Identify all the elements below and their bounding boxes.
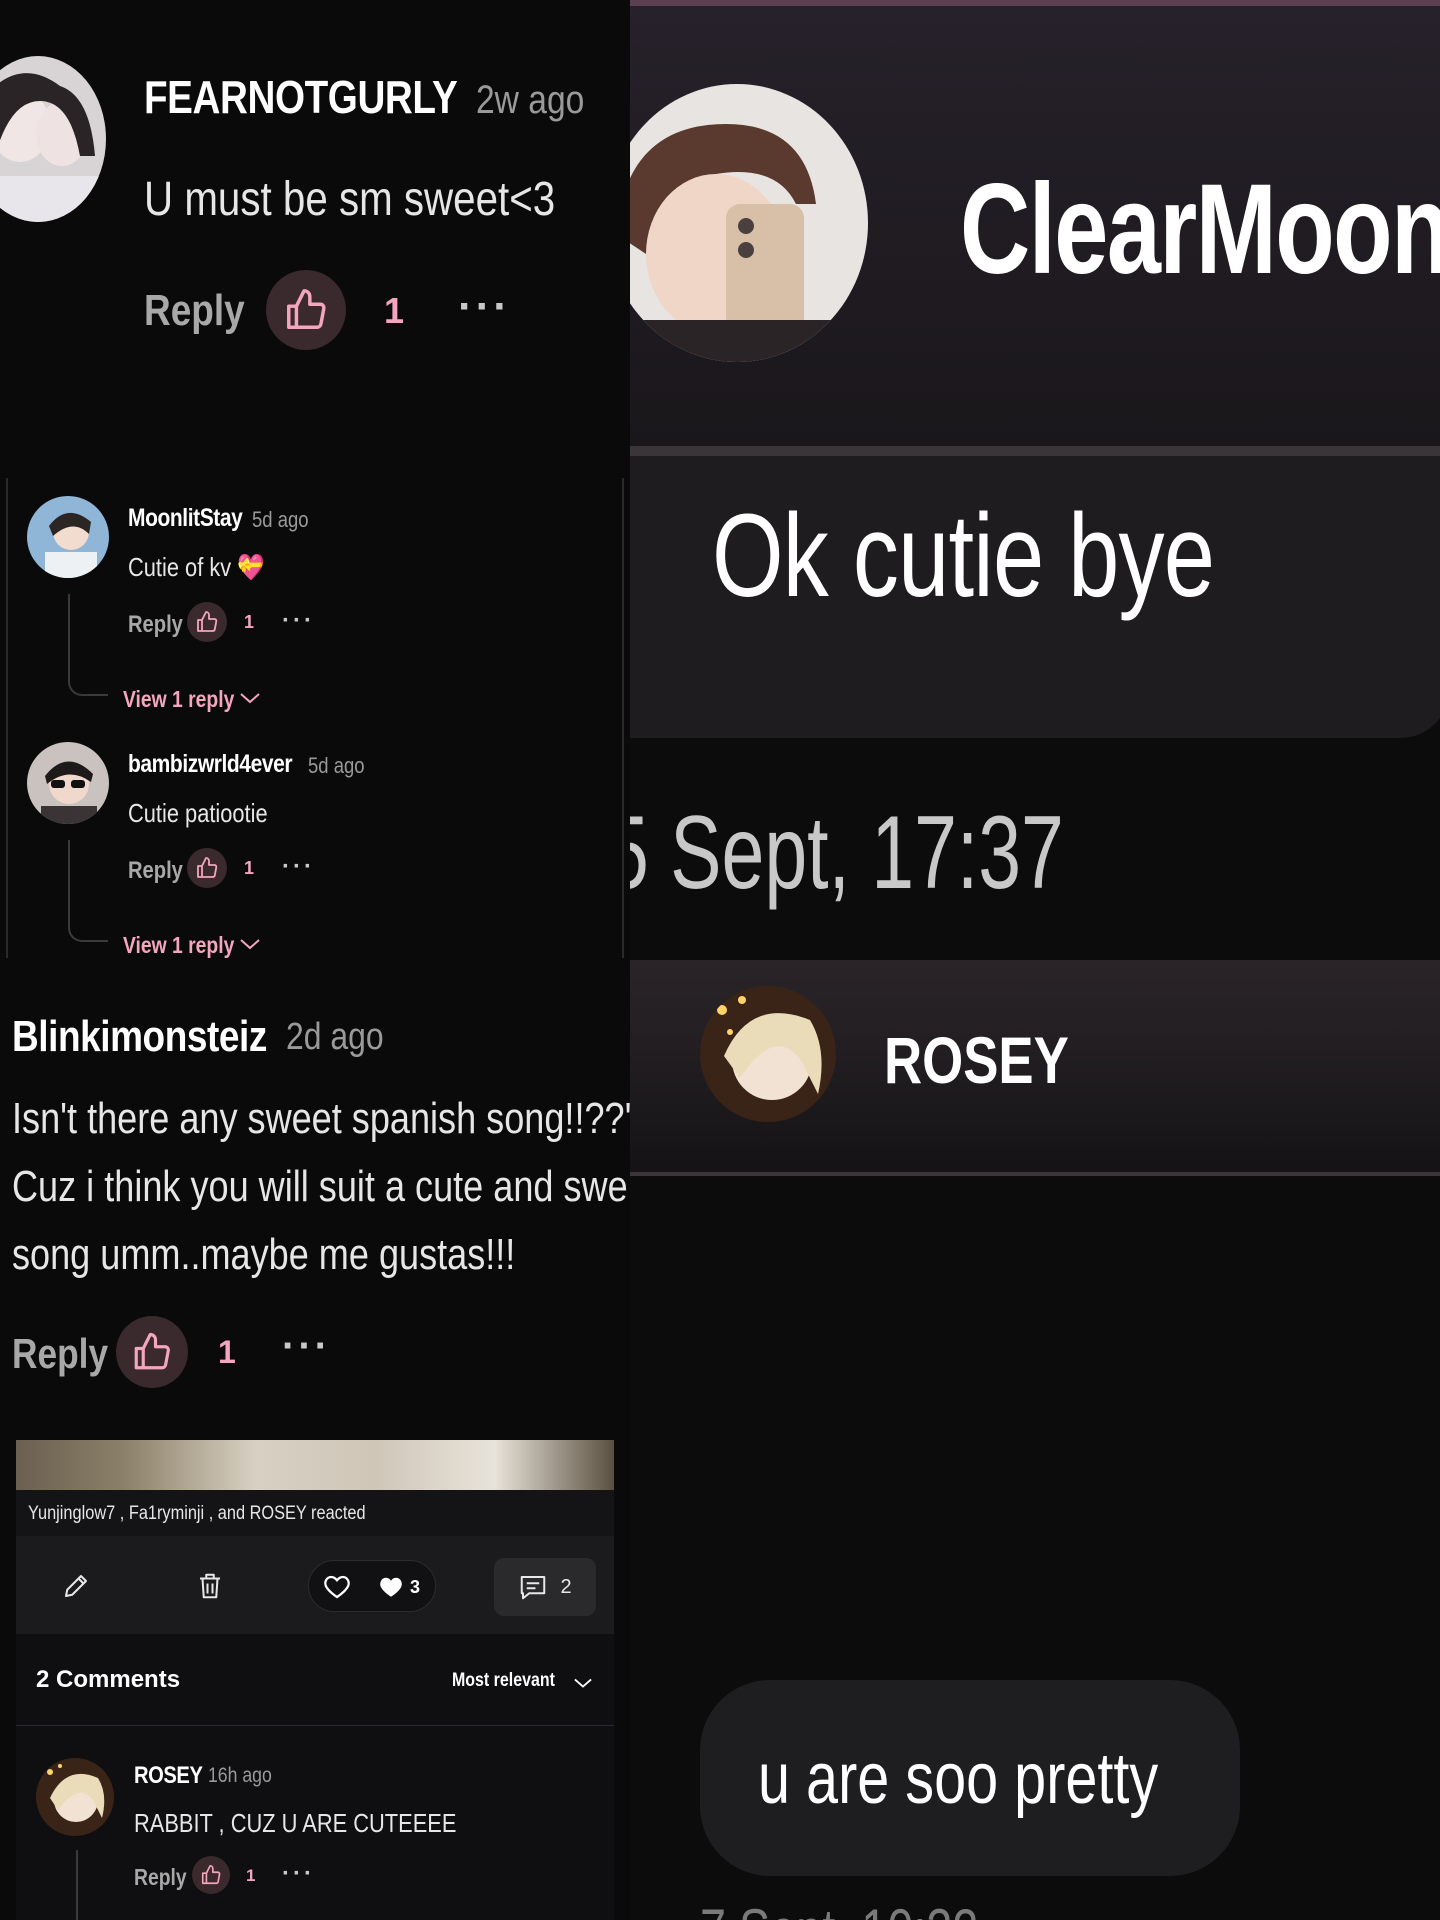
thread-guide: [6, 478, 8, 958]
reply-button[interactable]: Reply: [128, 611, 183, 639]
comment-text-line: Isn't there any sweet spanish song!!??': [12, 1094, 630, 1143]
reply-button[interactable]: Reply: [144, 286, 245, 336]
message-bubble-received[interactable]: u are soo pretty: [700, 1680, 1240, 1876]
post-thumbnail[interactable]: [16, 1440, 614, 1490]
like-count: 1: [244, 612, 255, 632]
view-replies-button[interactable]: View 1 reply: [123, 686, 234, 713]
comment-icon: [521, 1576, 546, 1600]
reply-button[interactable]: Reply: [128, 857, 183, 885]
heart-outline-icon: [324, 1575, 350, 1599]
reactions-count: 3: [409, 1576, 420, 1597]
comments-button[interactable]: 2: [494, 1558, 596, 1616]
sort-dropdown[interactable]: Most relevant: [452, 1670, 555, 1692]
chat-contact-name[interactable]: ClearMoon: [960, 156, 1440, 303]
thread-line: [68, 840, 108, 942]
contact-avatar[interactable]: [630, 84, 868, 362]
chat-panel: ClearMoon Ok cutie bye 5 Sept, 17:37 ROS…: [630, 0, 1440, 1920]
thread-line: [68, 594, 108, 696]
like-button[interactable]: [266, 270, 346, 350]
more-dots-icon[interactable]: ···: [282, 853, 315, 881]
comments-panel: FEARNOTGURLY 2w ago U must be sm sweet<3…: [0, 0, 630, 1920]
like-react-button[interactable]: [319, 1569, 355, 1605]
header-divider: [630, 446, 1440, 456]
like-button[interactable]: [187, 848, 227, 888]
delete-button[interactable]: [186, 1562, 234, 1610]
thread-line: [76, 1850, 78, 1920]
comment-username[interactable]: bambizwrld4ever: [128, 750, 293, 779]
trash-icon: [200, 1573, 220, 1599]
chevron-down-icon[interactable]: [238, 688, 262, 708]
more-dots-icon[interactable]: ···: [458, 282, 511, 332]
comment-timestamp: 16h ago: [208, 1764, 272, 1787]
thumbs-up-icon: [287, 289, 326, 329]
avatar[interactable]: [27, 496, 109, 578]
comment-text: RABBIT , CUZ U ARE CUTEEEE: [134, 1808, 457, 1838]
more-dots-icon[interactable]: ···: [282, 1324, 331, 1369]
reactions-count-button[interactable]: 3: [371, 1571, 427, 1603]
comment-timestamp: 2w ago: [476, 78, 585, 122]
shared-post-card[interactable]: ROSEY: [630, 960, 1440, 1174]
heart-filled-icon: [380, 1577, 402, 1597]
comment-text-line: song umm..maybe me gustas!!!: [12, 1230, 516, 1279]
shared-user-avatar[interactable]: [700, 986, 836, 1122]
like-count: 1: [384, 290, 405, 331]
post-card: Yunjinglow7 , Fa1ryminji , and ROSEY rea…: [16, 1440, 614, 1920]
like-count: 1: [244, 858, 255, 878]
shared-card-divider: [630, 1172, 1440, 1176]
comment-timestamp: 2d ago: [286, 1016, 384, 1058]
shared-user-name[interactable]: ROSEY: [884, 1022, 1069, 1098]
message-timestamp: 7 Sept, 10:32: [700, 1896, 978, 1920]
thumbs-up-icon: [201, 1865, 221, 1885]
comment-username[interactable]: FEARNOTGURLY: [144, 70, 458, 124]
like-button[interactable]: [192, 1856, 230, 1894]
thumbs-up-icon: [197, 857, 218, 878]
comment-timestamp: 5d ago: [308, 753, 365, 778]
comment-username[interactable]: MoonlitStay: [128, 504, 243, 533]
thread-guide: [622, 478, 624, 958]
like-button[interactable]: [116, 1316, 188, 1388]
thumbs-up-icon: [197, 611, 218, 632]
message-text: u are soo pretty: [758, 1739, 1159, 1819]
comment-text: Cutie of kv 💝: [128, 552, 265, 582]
reacted-text: Yunjinglow7 , Fa1ryminji , and ROSEY rea…: [28, 1503, 366, 1524]
comments-title: 2 Comments: [36, 1666, 181, 1693]
comments-count: 2: [560, 1575, 572, 1598]
chevron-down-icon[interactable]: [238, 934, 262, 954]
comment-text: U must be sm sweet<3: [144, 173, 556, 226]
comments-header: 2 Comments Most relevant: [16, 1634, 614, 1726]
message-bubble-received[interactable]: Ok cutie bye: [630, 456, 1440, 738]
comment-username[interactable]: Blinkimonsteiz: [12, 1012, 267, 1062]
more-dots-icon[interactable]: ···: [282, 607, 315, 635]
thumbs-up-icon: [134, 1332, 170, 1370]
like-count: 1: [246, 1866, 256, 1885]
comment-timestamp: 5d ago: [252, 507, 309, 532]
like-count: 1: [218, 1334, 236, 1370]
chat-header: ClearMoon: [630, 6, 1440, 446]
edit-button[interactable]: [52, 1562, 100, 1610]
avatar[interactable]: [27, 742, 109, 824]
reply-button[interactable]: Reply: [134, 1864, 187, 1891]
message-text: Ok cutie bye: [712, 490, 1215, 622]
view-replies-button[interactable]: View 1 reply: [123, 932, 234, 959]
reply-button[interactable]: Reply: [12, 1330, 108, 1378]
reaction-pill: 3: [308, 1560, 436, 1612]
post-action-bar: 3 2: [16, 1536, 614, 1634]
comment-username[interactable]: ROSEY: [134, 1762, 203, 1790]
pencil-icon: [65, 1575, 87, 1597]
more-dots-icon[interactable]: ···: [282, 1860, 315, 1888]
comment-text-line: Cuz i think you will suit a cute and swe: [12, 1162, 628, 1211]
like-button[interactable]: [187, 602, 227, 642]
chevron-down-icon[interactable]: [572, 1674, 594, 1692]
reactions-summary[interactable]: Yunjinglow7 , Fa1ryminji , and ROSEY rea…: [16, 1490, 614, 1536]
comment-text: Cutie patiootie: [128, 798, 268, 828]
avatar[interactable]: [36, 1758, 114, 1836]
message-timestamp: 5 Sept, 17:37: [630, 795, 1064, 911]
avatar[interactable]: [0, 56, 106, 222]
